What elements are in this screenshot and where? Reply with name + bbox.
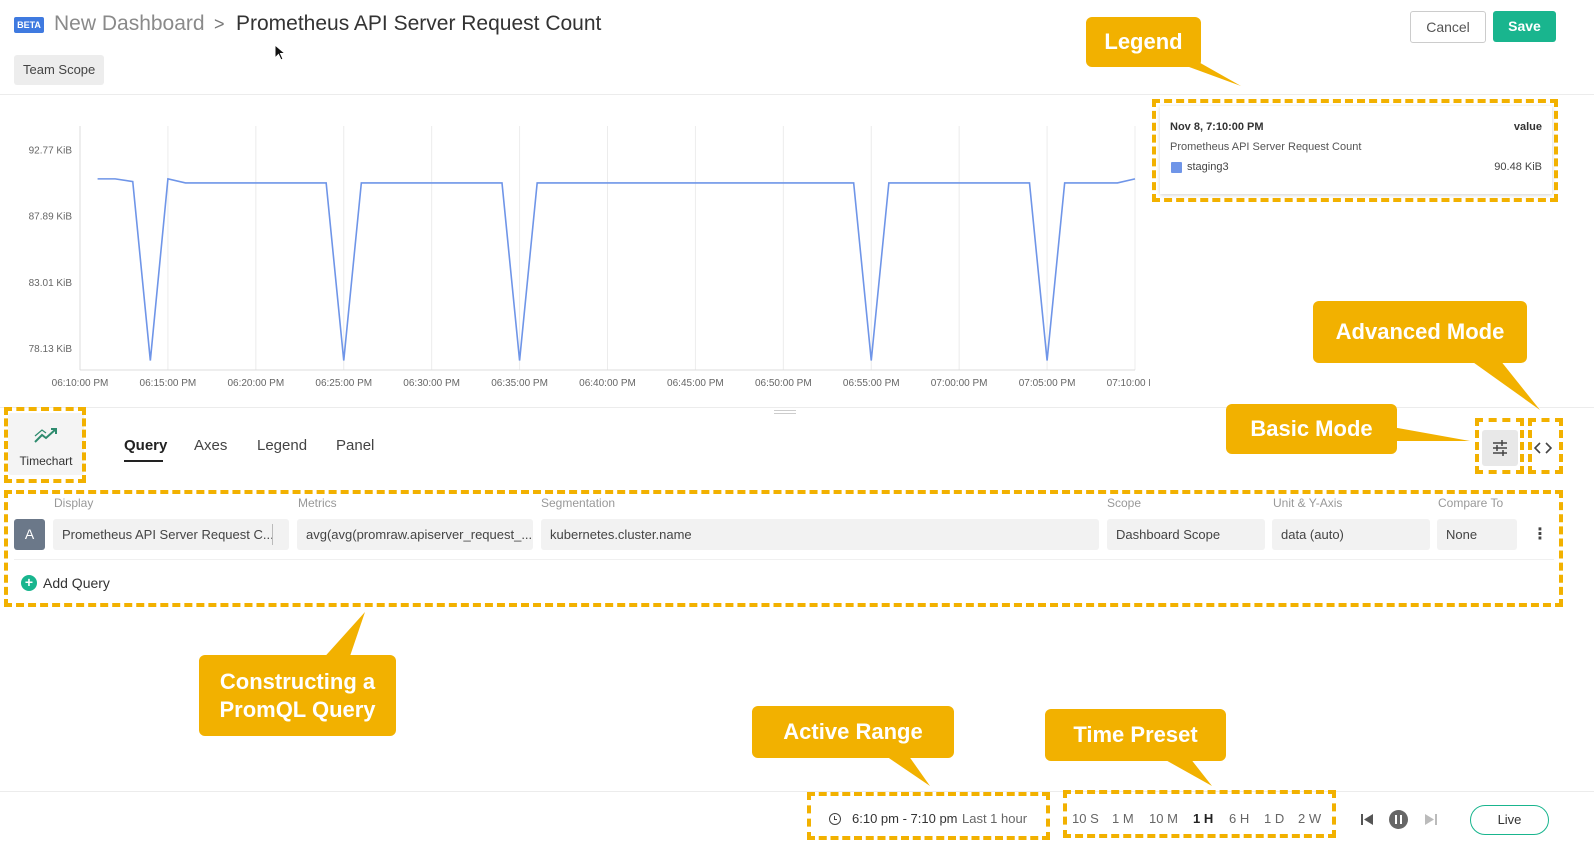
footer-divider (0, 791, 1594, 792)
y-tick-label: 92.77 KiB (29, 145, 73, 156)
panel-type-highlight (4, 407, 86, 483)
basic-mode-highlight (1475, 418, 1524, 474)
query-highlight (4, 490, 1563, 607)
tab-query[interactable]: Query (124, 437, 167, 454)
x-tick-label: 07:00:00 PM (931, 378, 988, 389)
time-preset-highlight (1063, 790, 1336, 838)
y-tick-label: 78.13 KiB (29, 344, 73, 355)
callout-legend: Legend (1086, 17, 1201, 67)
x-tick-label: 06:30:00 PM (403, 378, 460, 389)
y-tick-label: 87.89 KiB (29, 212, 73, 223)
x-tick-label: 07:10:00 PM (1107, 378, 1150, 389)
beta-badge: BETA (14, 17, 44, 33)
x-tick-label: 06:55:00 PM (843, 378, 900, 389)
skip-forward-icon[interactable] (1424, 813, 1438, 826)
x-tick-label: 06:15:00 PM (140, 378, 197, 389)
tab-axes[interactable]: Axes (194, 437, 227, 454)
team-scope-chip[interactable]: Team Scope (14, 55, 105, 85)
x-tick-label: 06:50:00 PM (755, 378, 812, 389)
mouse-cursor-icon (274, 44, 286, 61)
callout-advanced-mode: Advanced Mode (1313, 301, 1527, 363)
callout-time-preset: Time Preset (1045, 709, 1226, 761)
x-tick-label: 06:35:00 PM (491, 378, 548, 389)
callout-basic-mode: Basic Mode (1226, 404, 1397, 454)
callout-promql-line2: PromQL Query (219, 696, 376, 722)
breadcrumb-parent[interactable]: New Dashboard (54, 12, 205, 36)
live-button[interactable]: Live (1470, 805, 1549, 835)
x-tick-label: 06:10:00 PM (52, 378, 109, 389)
x-tick-label: 06:25:00 PM (315, 378, 372, 389)
tab-panel[interactable]: Panel (336, 437, 374, 454)
x-tick-label: 06:40:00 PM (579, 378, 636, 389)
callout-promql-query: Constructing a PromQL Query (199, 655, 396, 736)
x-tick-label: 06:45:00 PM (667, 378, 724, 389)
breadcrumb-separator: > (214, 14, 225, 34)
x-tick-label: 07:05:00 PM (1019, 378, 1076, 389)
x-tick-label: 06:20:00 PM (227, 378, 284, 389)
active-range-highlight (807, 792, 1050, 840)
pause-icon[interactable] (1389, 810, 1408, 829)
y-tick-label: 83.01 KiB (29, 278, 73, 289)
callout-active-range: Active Range (752, 706, 954, 758)
active-tab-indicator (124, 460, 163, 462)
callout-promql-line1: Constructing a (219, 668, 376, 694)
page-title[interactable]: Prometheus API Server Request Count (236, 12, 601, 36)
save-button[interactable]: Save (1493, 11, 1556, 42)
cancel-button[interactable]: Cancel (1410, 11, 1486, 43)
resize-handle[interactable] (774, 410, 796, 414)
skip-back-icon[interactable] (1360, 813, 1374, 826)
header-divider (0, 94, 1594, 95)
timechart[interactable]: 06:10:00 PM 06:15:00 PM 06:20:00 PM 06:25:0… (0, 96, 1150, 401)
tab-legend[interactable]: Legend (257, 437, 307, 454)
legend-highlight (1152, 99, 1558, 202)
advanced-mode-highlight (1528, 418, 1563, 474)
series-line-staging3 (97, 177, 1136, 361)
